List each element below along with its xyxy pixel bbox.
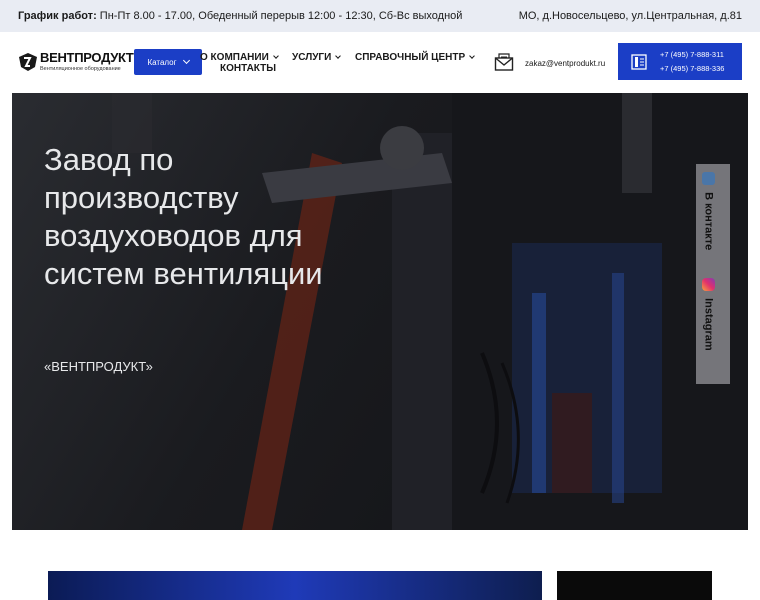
nav-help-center[interactable]: СПРАВОЧНЫЙ ЦЕНТР [355,52,475,63]
nav-about-label: О КОМПАНИИ [200,52,269,63]
schedule-label: График работ: [18,10,97,22]
instagram-link[interactable]: Instagram [702,278,715,351]
phone-number-2[interactable]: +7 (495) 7-888-336 [660,64,724,73]
logo-name: ВЕНТПРОДУКТ [40,50,134,65]
logo-icon [19,53,37,71]
nav-services-label: УСЛУГИ [292,52,332,63]
chevron-down-icon [469,53,475,59]
address: МО, д.Новосельцево, ул.Центральная, д.81 [518,10,742,22]
nav-services[interactable]: УСЛУГИ [292,52,342,63]
schedule-text: Пн-Пт 8.00 - 17.00, Обеденный перерыв 12… [99,10,463,22]
nav-help-label: СПРАВОЧНЫЙ ЦЕНТР [355,52,466,63]
work-schedule: График работ: Пн-Пт 8.00 - 17.00, Обеден… [18,10,462,22]
envelope-icon[interactable] [494,52,514,72]
hero-tagline: «ВЕНТПРОДУКТ» [44,359,153,374]
nav-about[interactable]: О КОМПАНИИ [200,52,279,63]
section-image-right [557,571,712,600]
vk-label: В контакте [702,192,715,251]
vk-link[interactable]: В контакте [702,172,715,250]
phone-block[interactable]: +7 (495) 7-888-311 +7 (495) 7-888-336 [618,43,742,80]
catalog-label: Каталог [147,57,177,67]
instagram-icon [702,278,715,291]
social-sidebar: В контакте Instagram [696,164,730,384]
site-header: ВЕНТПРОДУКТ Вентиляционное оборудование … [0,32,760,92]
chevron-down-icon [335,53,342,59]
instagram-label: Instagram [702,298,715,351]
hero-title: Завод по производству воздуховодов для с… [44,142,323,291]
logo-subtitle: Вентиляционное оборудование [40,66,121,72]
phone-number-1[interactable]: +7 (495) 7-888-311 [660,50,724,59]
email-link[interactable]: zakaz@ventprodukt.ru [525,59,605,68]
chevron-down-icon [182,56,190,65]
catalog-button[interactable]: Каталог [134,49,202,75]
phone-icon [631,54,647,70]
logo[interactable]: ВЕНТПРОДУКТ Вентиляционное оборудование [18,50,134,80]
nav-contacts-label: КОНТАКТЫ [220,63,277,74]
top-info-bar: График работ: Пн-Пт 8.00 - 17.00, Обеден… [0,0,760,32]
hero-banner: Завод по производству воздуховодов для с… [12,93,748,530]
section-image-left [48,571,542,600]
chevron-down-icon [272,53,279,59]
vk-icon [702,172,715,185]
nav-contacts[interactable]: КОНТАКТЫ [220,63,276,74]
